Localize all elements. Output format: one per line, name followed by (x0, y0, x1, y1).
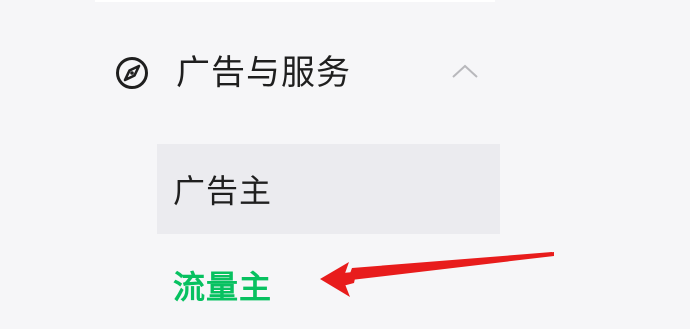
sidebar-item-advertiser[interactable]: 广告主 (157, 144, 500, 234)
compass-icon (115, 56, 149, 90)
sidebar-item-publisher[interactable]: 流量主 (157, 240, 500, 330)
sidebar-item-label: 流量主 (173, 268, 273, 306)
sidebar-panel: 广告与服务 广告主 流量主 (0, 0, 700, 329)
group-title: 广告与服务 (176, 53, 351, 93)
top-divider (95, 0, 495, 2)
panel-edge (690, 0, 700, 329)
chevron-up-icon[interactable] (450, 62, 480, 80)
sidebar-item-label: 广告主 (173, 172, 273, 210)
ads-and-services-group-header[interactable]: 广告与服务 (110, 45, 490, 101)
